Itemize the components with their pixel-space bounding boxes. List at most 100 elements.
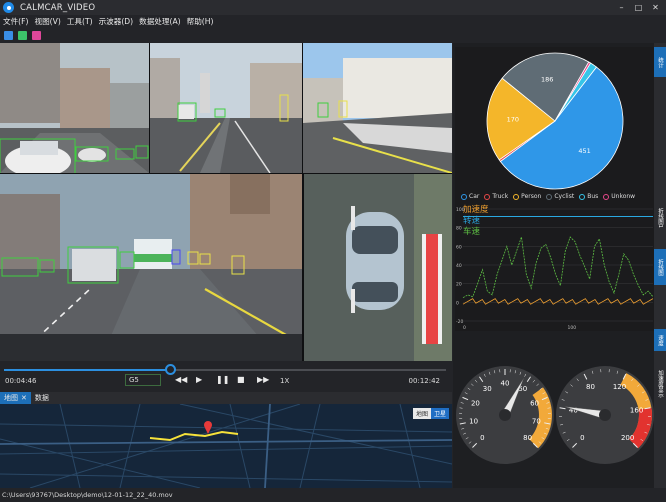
minimize-button[interactable]: –	[613, 0, 630, 15]
video-grid	[0, 43, 452, 361]
legend-acceleration: 加速度	[463, 205, 489, 215]
gauge-tick-label: 80	[586, 383, 595, 391]
pie-chart: 451 170 186	[486, 52, 624, 190]
camera-view-birdseye[interactable]	[304, 174, 452, 361]
gauge-tick-label: 40	[501, 380, 510, 388]
gauge-tick-label: 160	[630, 406, 643, 414]
legend-car[interactable]: Car	[461, 193, 479, 200]
maximize-button[interactable]: □	[630, 0, 647, 15]
map-mode-button[interactable]: 地图	[412, 408, 431, 419]
menu-view[interactable]: 视图(V)	[31, 16, 63, 27]
legend-cyclist[interactable]: Cyclist	[546, 193, 574, 200]
tab-data[interactable]: 数据	[31, 392, 53, 404]
tab-speed[interactable]: 速度	[654, 329, 666, 351]
bottom-tab-bar: 地图 ✕ 数据	[0, 392, 452, 404]
tab-acceleration-display[interactable]: 加速度显示	[654, 361, 666, 407]
document-icon[interactable]	[18, 30, 27, 40]
toolbox-icon[interactable]	[32, 30, 41, 40]
legend-swatch	[546, 193, 553, 200]
x-tick-label: 100	[568, 325, 577, 331]
status-bar: C:\Users\93767\Desktop\demo\12-01-12_22_…	[0, 489, 666, 502]
vertical-tab-bar: 统计 折线图1 折线图 速度 加速度显示	[654, 43, 666, 488]
tab-line-chart-1[interactable]: 折线图1	[654, 193, 666, 243]
gauge-tick-label: 0	[480, 434, 484, 442]
gauge-tick-label: 30	[483, 385, 492, 393]
gauge-tick-label: 10	[469, 418, 478, 426]
line-chart-panel: 100 80 60 40 20 0 -20 0 100 加速度 转速 车速	[455, 203, 654, 331]
gauges: 01020304050607080 04080 120160200	[456, 366, 654, 464]
legend-swatch	[603, 193, 610, 200]
frame-field[interactable]: G5	[125, 374, 161, 386]
x-tick-label: 0	[463, 325, 466, 331]
camera-view-front[interactable]	[150, 43, 302, 173]
camera-view-front-left[interactable]	[0, 43, 149, 173]
play-button[interactable]: ▶	[196, 375, 202, 384]
close-button[interactable]: ✕	[647, 0, 664, 15]
tab-line-chart[interactable]: 折线图	[654, 249, 666, 285]
gauge-tick-label: 60	[530, 399, 539, 407]
y-tick-label: 40	[456, 263, 462, 269]
previous-button[interactable]: ◀◀	[175, 375, 187, 384]
camera-view-front-right[interactable]	[303, 43, 452, 173]
legend-truck[interactable]: Truck	[484, 193, 508, 200]
legend-person[interactable]: Person	[513, 193, 541, 200]
title-bar: CALMCAR_VIDEO – □ ✕	[0, 0, 666, 15]
seek-bar[interactable]	[4, 364, 446, 375]
gauge-tick-label: 120	[613, 383, 626, 391]
gauge-tick-label: 0	[580, 434, 584, 442]
map-canvas	[0, 404, 452, 488]
y-tick-label: 20	[456, 282, 462, 288]
map-type-toggle: 地图 卫星	[412, 408, 449, 419]
stop-button[interactable]: ■	[237, 375, 245, 384]
menu-file[interactable]: 文件(F)	[0, 16, 31, 27]
legend-unknown[interactable]: Unkonw	[603, 193, 635, 200]
player-controls: 00:04:46 G5 ◀◀ ▶ ❚❚ ■ ▶▶ 1X 00:12:42	[0, 361, 452, 391]
speed-selector[interactable]: 1X	[280, 377, 289, 385]
legend-bus[interactable]: Bus	[579, 193, 598, 200]
pie-chart-panel: 451 170 186 Car Truck Person Cyclist Bus U…	[455, 47, 654, 203]
gauge-tick-label: 80	[523, 434, 532, 442]
y-tick-label: 80	[456, 226, 462, 232]
next-button[interactable]: ▶▶	[257, 375, 269, 384]
toolbar	[0, 28, 666, 42]
app-window: CALMCAR_VIDEO – □ ✕ 文件(F) 视图(V) 工具(T) 示波…	[0, 0, 666, 502]
menu-help[interactable]: 帮助(H)	[184, 16, 217, 27]
right-panel: 451 170 186 Car Truck Person Cyclist Bus U…	[453, 43, 666, 488]
current-time: 00:04:46	[5, 377, 37, 385]
menu-oscilloscope[interactable]: 示波器(D)	[96, 16, 137, 27]
y-tick-label: 60	[456, 244, 462, 250]
map-view[interactable]: 地图 卫星	[0, 404, 452, 488]
tab-map[interactable]: 地图 ✕	[0, 392, 31, 404]
y-tick-label: 0	[456, 300, 459, 306]
legend-swatch	[484, 193, 491, 200]
legend-swatch	[579, 193, 586, 200]
close-icon[interactable]: ✕	[21, 392, 27, 404]
legend-swatch	[461, 193, 467, 200]
folder-icon[interactable]	[4, 30, 13, 40]
menu-bar: 文件(F) 视图(V) 工具(T) 示波器(D) 数据处理(A) 帮助(H)	[0, 15, 666, 28]
legend-rpm: 转速	[463, 216, 481, 226]
pie-data-label: 451	[578, 147, 590, 155]
pie-data-label: 186	[541, 76, 553, 84]
gauge-hub	[599, 409, 611, 421]
tab-statistics[interactable]: 统计	[654, 47, 666, 77]
camera-view-main[interactable]	[0, 174, 302, 361]
window-title: CALMCAR_VIDEO	[20, 2, 96, 13]
seek-progress	[4, 369, 170, 371]
menu-tools[interactable]: 工具(T)	[64, 16, 96, 27]
seek-handle[interactable]	[164, 364, 176, 375]
gauge-tick-label: 20	[471, 399, 480, 407]
menu-data-processing[interactable]: 数据处理(A)	[136, 16, 184, 27]
app-logo-icon	[3, 2, 14, 13]
gauge-tick-label: 70	[532, 418, 541, 426]
gauge-hub	[499, 409, 511, 421]
gauge-panel: 0 10 20 30 40 50 60 70 80 0 40 80 120 160 200	[455, 333, 654, 488]
satellite-mode-button[interactable]: 卫星	[430, 408, 449, 419]
total-time: 00:12:42	[408, 377, 440, 385]
pie-legend: Car Truck Person Cyclist Bus Unkonw	[461, 193, 635, 200]
gauge-tick-label: 200	[621, 434, 634, 442]
legend-swatch	[513, 193, 520, 200]
legend-vehicle-speed: 车速	[463, 227, 481, 237]
y-tick-label: -20	[456, 319, 463, 325]
pause-button[interactable]: ❚❚	[216, 375, 229, 384]
